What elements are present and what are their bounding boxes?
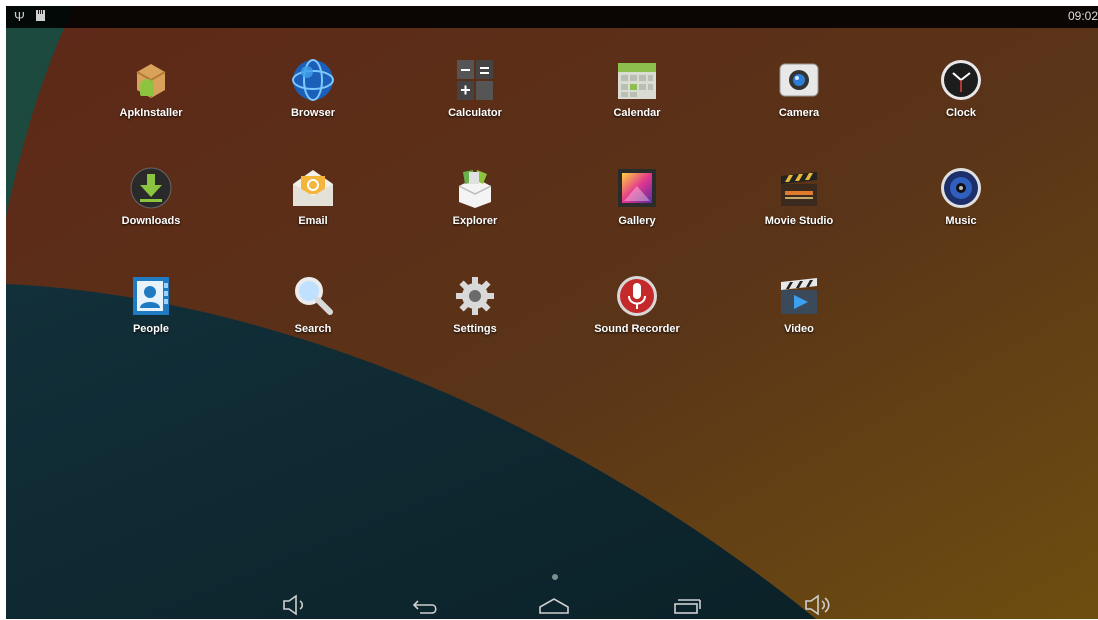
camera-icon [777,58,821,102]
app-label: Search [294,323,332,335]
email-icon [291,166,335,210]
usb-icon: Ψ [14,9,25,24]
app-explorer[interactable]: Explorer [410,166,540,256]
app-label: Camera [778,107,820,119]
app-label: ApkInstaller [119,107,183,119]
app-calendar[interactable]: Calendar [572,58,702,148]
navigation-bar [6,571,1098,619]
app-clock[interactable]: Clock [896,58,1026,148]
music-icon [939,166,983,210]
clock-icon [939,58,983,102]
calendar-icon [615,58,659,102]
app-label: Gallery [618,215,656,227]
back-icon [412,600,437,614]
app-email[interactable]: Email [248,166,378,256]
app-label: Music [945,215,977,227]
app-apkinstaller[interactable]: ApkInstaller [86,58,216,148]
app-label: Browser [290,107,336,119]
home-screen: Ψ 09:02 ApkInstaller Browser Calculator … [6,6,1098,619]
status-clock: 09:02 [1067,9,1098,23]
recent-apps-button[interactable] [666,593,706,617]
volume-up-button[interactable] [798,593,838,617]
people-icon [129,274,173,318]
app-people[interactable]: People [86,274,216,364]
volume-down-icon [283,594,304,616]
app-label: Explorer [452,215,498,227]
sd-card-icon [36,9,46,26]
settings-icon [453,274,497,318]
app-label: Clock [946,107,976,119]
app-label: People [132,323,170,335]
video-icon [777,274,821,318]
app-browser[interactable]: Browser [248,58,378,148]
app-settings[interactable]: Settings [410,274,540,364]
browser-icon [291,58,335,102]
explorer-icon [453,166,497,210]
app-search[interactable]: Search [248,274,378,364]
search-icon [291,274,335,318]
app-label: Downloads [121,215,181,227]
app-label: Movie Studio [764,215,834,227]
app-sound-recorder[interactable]: Sound Recorder [572,274,702,364]
app-label: Calendar [613,107,661,119]
app-gallery[interactable]: Gallery [572,166,702,256]
recent-apps-icon [674,599,701,614]
apkinstaller-icon [129,58,173,102]
app-label: Video [784,323,814,335]
downloads-icon [129,166,173,210]
back-button[interactable] [404,593,444,617]
home-icon [539,598,569,614]
app-music[interactable]: Music [896,166,1026,256]
volume-up-icon [805,594,830,616]
app-camera[interactable]: Camera [734,58,864,148]
app-label: Email [298,215,328,227]
app-calculator[interactable]: Calculator [410,58,540,148]
app-label: Calculator [448,107,502,119]
movie-studio-icon [777,166,821,210]
home-button[interactable] [534,593,574,617]
app-video[interactable]: Video [734,274,864,364]
status-bar: Ψ 09:02 [6,6,1098,28]
volume-down-button[interactable] [274,593,314,617]
gallery-icon [615,166,659,210]
sound-recorder-icon [615,274,659,318]
app-label: Sound Recorder [594,323,680,335]
calculator-icon [453,58,497,102]
app-label: Settings [453,323,497,335]
app-movie-studio[interactable]: Movie Studio [734,166,864,256]
app-downloads[interactable]: Downloads [86,166,216,256]
